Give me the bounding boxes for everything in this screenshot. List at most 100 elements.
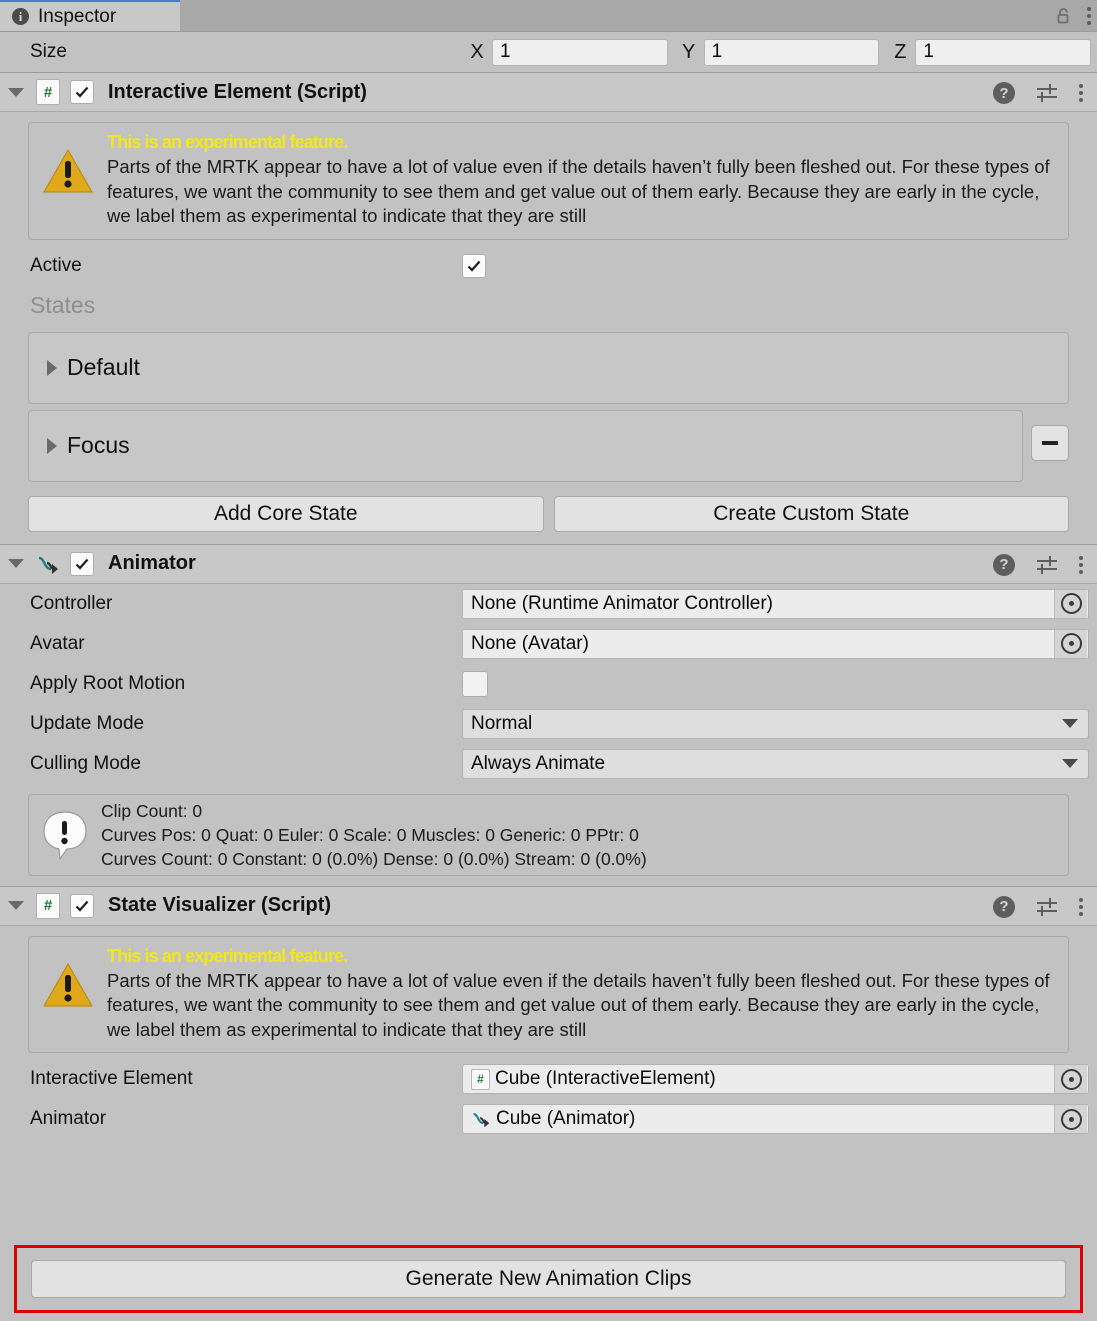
- preset-sliders-icon[interactable]: [1035, 896, 1059, 918]
- state-item-default-label: Default: [67, 354, 140, 380]
- inspector-window: i Inspector Size X 1 Y 1 Z 1 # Interacti…: [0, 0, 1097, 1321]
- size-y-axis-label: Y: [682, 40, 696, 63]
- unlocked-padlock-icon[interactable]: [1055, 7, 1073, 25]
- culling-mode-dropdown[interactable]: Always Animate: [462, 748, 1089, 779]
- info-bubble-icon: [39, 809, 91, 861]
- component-header-state-visualizer[interactable]: # State Visualizer (Script) ?: [0, 885, 1097, 926]
- tabbar-actions: [1055, 0, 1091, 31]
- sv-animator-row: Animator Cube (Animator): [0, 1099, 1097, 1139]
- kebab-menu-icon[interactable]: [1079, 897, 1083, 916]
- help-question-icon[interactable]: ?: [993, 82, 1015, 104]
- object-picker-icon[interactable]: [1054, 589, 1087, 618]
- preset-sliders-icon[interactable]: [1035, 82, 1059, 104]
- kebab-menu-icon[interactable]: [1079, 84, 1083, 102]
- size-z-input[interactable]: 1: [915, 38, 1092, 66]
- update-mode-dropdown[interactable]: Normal: [462, 708, 1089, 739]
- size-x-input[interactable]: 1: [492, 38, 668, 66]
- script-icon: #: [471, 1068, 490, 1090]
- animator-info-box: Clip Count: 0 Curves Pos: 0 Quat: 0 Eule…: [28, 793, 1069, 876]
- foldout-arrow-down-icon[interactable]: [8, 87, 24, 97]
- component-header-interactive-element[interactable]: # Interactive Element (Script) ?: [0, 72, 1097, 112]
- remove-state-button[interactable]: [1031, 424, 1069, 461]
- animator-avatar-label: Avatar: [30, 632, 85, 654]
- component-header-animator[interactable]: Animator ?: [0, 543, 1097, 585]
- preset-sliders-icon[interactable]: [1035, 554, 1059, 576]
- experimental-warning-text: This is an experimental feature. Parts o…: [107, 945, 1058, 1043]
- foldout-arrow-right-icon[interactable]: [47, 359, 57, 376]
- animator-avatar-field[interactable]: None (Avatar): [462, 628, 1089, 659]
- sv-interactive-element-row: Interactive Element # Cube (InteractiveE…: [0, 1059, 1097, 1099]
- help-question-icon[interactable]: ?: [993, 553, 1015, 576]
- experimental-warning-box-interactive-element: This is an experimental feature. Parts o…: [28, 122, 1069, 240]
- foldout-arrow-down-icon[interactable]: [8, 901, 24, 910]
- animator-info-line-2: Curves Pos: 0 Quat: 0 Euler: 0 Scale: 0 …: [101, 824, 639, 845]
- animator-header-actions: ?: [993, 545, 1083, 585]
- interactive-element-enabled-checkbox[interactable]: [70, 80, 94, 104]
- size-z-axis-label: Z: [894, 40, 907, 63]
- tab-inspector-label: Inspector: [38, 5, 117, 27]
- sv-animator-label: Animator: [30, 1108, 107, 1129]
- active-checkbox[interactable]: [462, 253, 486, 278]
- animator-info-line-3: Curves Count: 0 Constant: 0 (0.0%) Dense…: [101, 848, 647, 869]
- foldout-arrow-right-icon[interactable]: [47, 437, 57, 454]
- help-question-icon[interactable]: ?: [993, 895, 1015, 918]
- object-picker-icon[interactable]: [1054, 629, 1087, 658]
- tab-inspector[interactable]: i Inspector: [0, 0, 180, 31]
- culling-mode-row: Culling Mode Always Animate: [0, 744, 1097, 784]
- state-visualizer-enabled-checkbox[interactable]: [70, 893, 94, 918]
- sv-interactive-element-label: Interactive Element: [30, 1068, 193, 1089]
- size-vector3-field: X 1 Y 1 Z 1: [462, 38, 1097, 66]
- chevron-down-icon: [1062, 759, 1078, 768]
- sv-interactive-element-field[interactable]: # Cube (InteractiveElement): [462, 1064, 1089, 1094]
- state-item-focus[interactable]: Focus: [28, 409, 1023, 482]
- animator-info-line-1: Clip Count: 0: [101, 800, 203, 821]
- animator-info-lines: Clip Count: 0 Curves Pos: 0 Quat: 0 Eule…: [101, 799, 647, 871]
- animator-controller-field[interactable]: None (Runtime Animator Controller): [462, 588, 1089, 619]
- culling-mode-label: Culling Mode: [30, 752, 141, 774]
- animator-avatar-row: Avatar None (Avatar): [0, 624, 1097, 664]
- animator-arrow-icon: [471, 1109, 491, 1129]
- chevron-down-icon: [1062, 719, 1078, 728]
- size-x-axis-label: X: [470, 40, 484, 63]
- apply-root-motion-checkbox[interactable]: [462, 670, 488, 697]
- warning-triangle-icon: [39, 945, 97, 1009]
- states-section-title: States: [30, 292, 96, 318]
- update-mode-value: Normal: [471, 712, 533, 734]
- interactive-element-title: Interactive Element (Script): [108, 80, 367, 103]
- object-picker-icon[interactable]: [1054, 1065, 1087, 1093]
- animator-controller-value: None (Runtime Animator Controller): [471, 592, 774, 614]
- sv-animator-value: Cube (Animator): [496, 1108, 636, 1129]
- size-row: Size X 1 Y 1 Z 1: [0, 32, 1097, 72]
- state-item-default[interactable]: Default: [28, 331, 1069, 404]
- object-picker-icon[interactable]: [1054, 1105, 1087, 1133]
- animator-controller-label: Controller: [30, 592, 113, 614]
- animator-avatar-value: None (Avatar): [471, 632, 589, 654]
- state-item-focus-label: Focus: [67, 432, 130, 458]
- add-core-state-button[interactable]: Add Core State: [28, 495, 544, 532]
- sv-animator-field[interactable]: Cube (Animator): [462, 1104, 1089, 1134]
- experimental-warning-body: Parts of the MRTK appear to have a lot o…: [107, 156, 1050, 226]
- active-label: Active: [30, 254, 82, 276]
- generate-new-animation-clips-button[interactable]: Generate New Animation Clips: [31, 1260, 1066, 1298]
- size-y-input[interactable]: 1: [703, 38, 880, 66]
- info-icon: i: [12, 8, 29, 25]
- size-y-group: Y 1: [674, 38, 886, 66]
- animator-title: Animator: [108, 552, 196, 574]
- size-z-group: Z 1: [885, 38, 1097, 66]
- script-icon: #: [36, 892, 60, 919]
- minus-icon: [1042, 440, 1058, 445]
- size-label: Size: [30, 41, 67, 62]
- create-custom-state-button[interactable]: Create Custom State: [553, 495, 1069, 532]
- kebab-menu-icon[interactable]: [1087, 6, 1091, 25]
- apply-root-motion-label: Apply Root Motion: [30, 672, 186, 694]
- experimental-warning-text: This is an experimental feature. Parts o…: [107, 131, 1058, 229]
- sv-interactive-element-value: Cube (InteractiveElement): [495, 1068, 716, 1089]
- kebab-menu-icon[interactable]: [1079, 555, 1083, 574]
- foldout-arrow-down-icon[interactable]: [8, 559, 24, 568]
- state-action-buttons: Add Core State Create Custom State: [28, 495, 1069, 532]
- warning-triangle-icon: [39, 131, 97, 195]
- animator-enabled-checkbox[interactable]: [70, 551, 94, 576]
- state-visualizer-title: State Visualizer (Script): [108, 894, 332, 916]
- active-row: Active: [0, 246, 1097, 286]
- inspector-tabbar: i Inspector: [0, 0, 1097, 32]
